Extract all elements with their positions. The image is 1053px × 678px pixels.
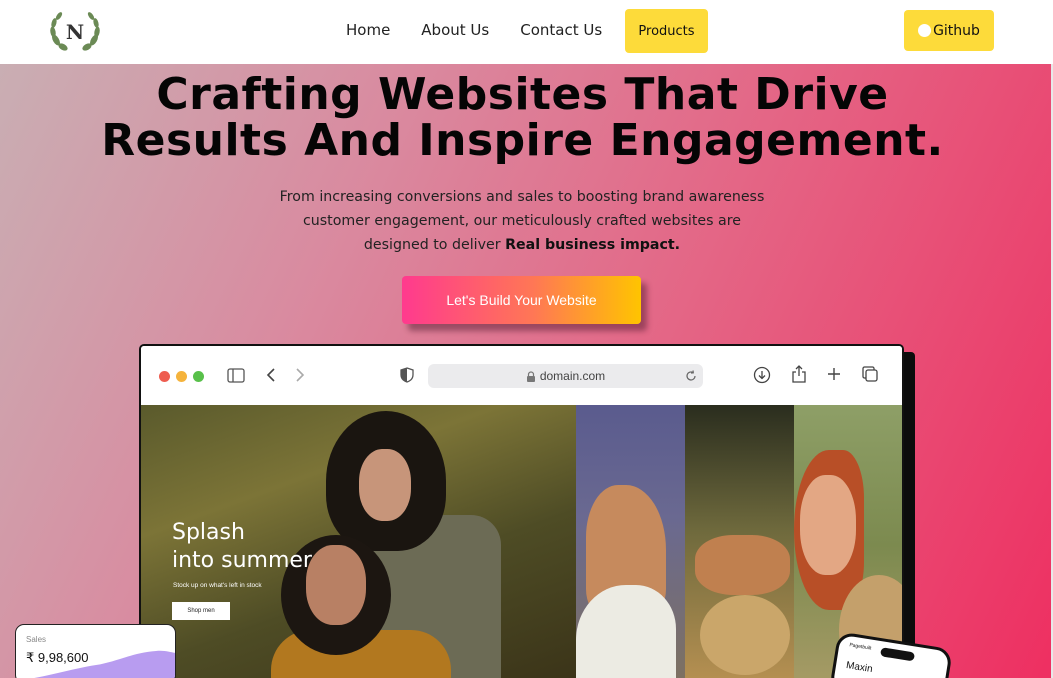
headline-line-2: Results And Inspire Engagement. [101,115,944,166]
subtitle-line-3: designed to deliver [363,237,506,253]
phone-notch [880,647,916,662]
splash-line-1: Splash [172,520,245,545]
subtitle-line-1: From increasing conversions and sales to… [279,189,765,205]
address-bar[interactable]: domain.com [428,364,703,388]
subtitle-highlight: Real business impact. [505,237,681,253]
photo-tile-1 [576,405,685,678]
share-icon[interactable] [791,365,807,384]
address-url: domain.com [539,369,606,383]
products-button[interactable]: Products [625,9,708,53]
sales-card: Sales ₹ 9,98,600 [15,624,176,678]
nav-about-us[interactable]: About Us [421,21,489,39]
shop-men-button[interactable]: Shop men [172,602,230,620]
browser-toolbar: domain.com [141,346,902,405]
phone-title: Maxin [845,659,874,676]
hero-section: Crafting Websites That Drive Results And… [0,64,1053,678]
logo-letter: N [66,20,84,44]
forward-icon [296,368,305,382]
photo-tile-2 [685,405,794,678]
nav-home[interactable]: Home [346,21,390,39]
laurel-icon: N [50,12,100,51]
sales-label: Sales [26,635,47,644]
hero-photo-main: Splash into summer Stock up on what's le… [141,405,576,678]
back-icon [266,368,275,382]
lock-icon [526,370,535,382]
phone-brand: Pagetbuilt [848,642,872,652]
stock-text: Stock up on what's left in stock [173,582,262,589]
reload-icon[interactable] [685,370,697,382]
github-label: Github [933,22,980,39]
logo[interactable]: N [46,6,104,56]
sales-value: ₹ 9,98,600 [26,650,89,665]
splash-line-2: into summer [172,548,312,573]
download-icon[interactable] [753,366,771,384]
github-icon [918,24,932,37]
browser-mockup: domain.com Splash into summer Stock up o… [139,344,904,678]
tabs-icon[interactable] [862,366,878,382]
build-website-button[interactable]: Let's Build Your Website [402,276,641,324]
subtitle-line-2: customer engagement, our meticulously cr… [303,213,741,229]
hero-subtitle: From increasing conversions and sales to… [246,185,798,257]
headline-line-1: Crafting Websites That Drive [156,69,889,120]
github-button[interactable]: Github [904,10,994,51]
new-tab-icon[interactable] [827,367,841,381]
maximize-dot-icon [193,371,204,382]
shield-icon [400,367,414,383]
splash-heading: Splash into summer [172,519,312,575]
navbar: N Home About Us Contact Us Products Gith… [0,0,1053,64]
sidebar-icon [227,368,245,383]
minimize-dot-icon [176,371,187,382]
nav-contact-us[interactable]: Contact Us [520,21,602,39]
nav-links: Home About Us Contact Us [346,21,633,39]
close-dot-icon [159,371,170,382]
hero-headline: Crafting Websites That Drive Results And… [0,72,1045,164]
